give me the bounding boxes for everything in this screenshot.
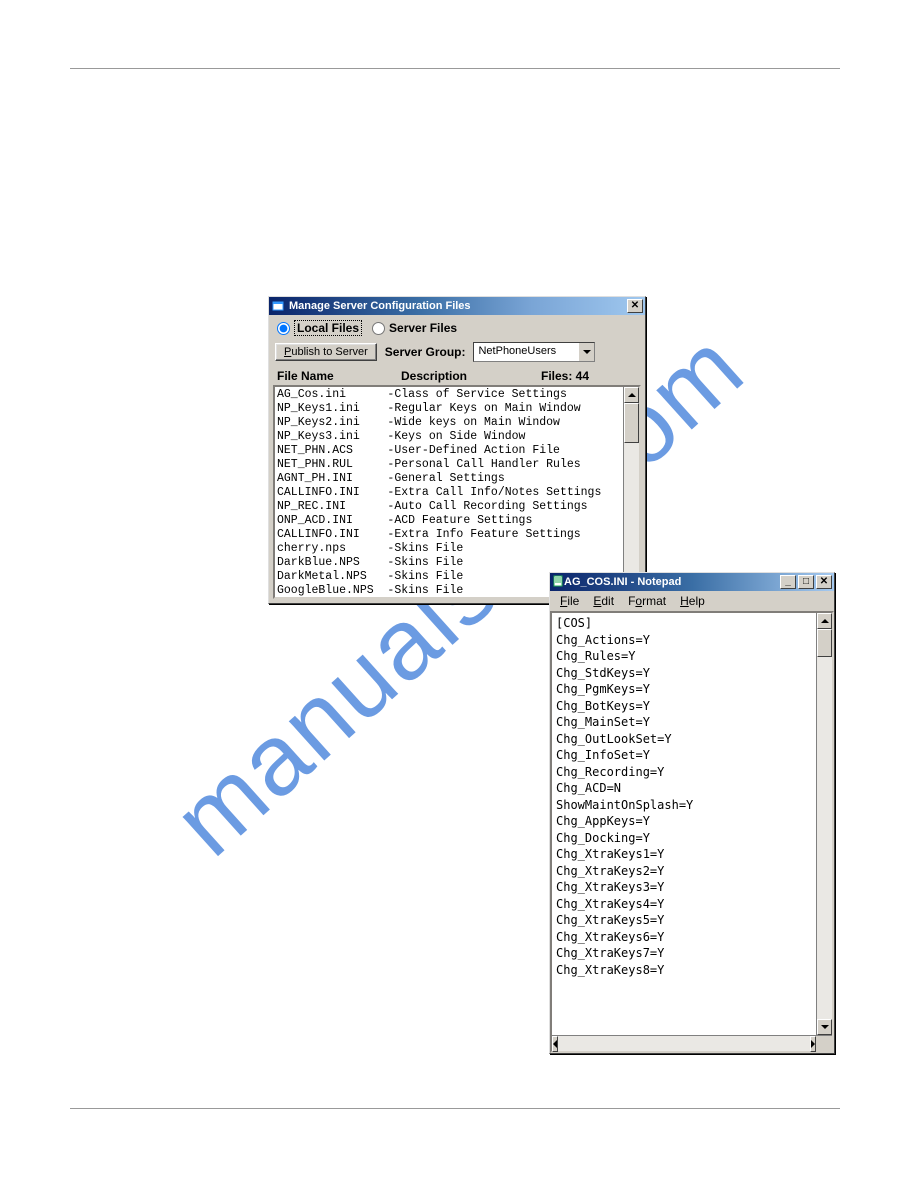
notepad-text-content[interactable]: [COS] Chg_Actions=Y Chg_Rules=Y Chg_StdK… (552, 613, 816, 1035)
minimize-button[interactable]: _ (780, 575, 796, 589)
menu-format[interactable]: Format (622, 593, 672, 609)
notepad-icon (552, 575, 564, 590)
scroll-down-icon[interactable] (817, 1019, 832, 1035)
scroll-track-h[interactable] (558, 1036, 810, 1051)
col-header-filename: File Name (277, 369, 401, 383)
close-button[interactable]: ✕ (627, 299, 643, 313)
list-item[interactable]: NP_Keys3.ini -Keys on Side Window (277, 430, 621, 444)
maximize-button[interactable]: □ (798, 575, 814, 589)
menu-file[interactable]: File (554, 593, 585, 609)
notepad-client-area: [COS] Chg_Actions=Y Chg_Rules=Y Chg_StdK… (550, 611, 834, 1053)
title-bar[interactable]: Manage Server Configuration Files ✕ (269, 297, 645, 315)
app-icon (271, 299, 285, 313)
list-item[interactable]: AGNT_PH.INI -General Settings (277, 472, 621, 486)
scroll-corner (816, 1036, 832, 1052)
list-item[interactable]: DarkBlue.NPS -Skins File (277, 556, 621, 570)
notepad-title: AG_COS.INI - Notepad (564, 576, 778, 588)
list-item[interactable]: NP_REC.INI -Auto Call Recording Settings (277, 500, 621, 514)
page-rule-top (70, 68, 840, 69)
radio-server-input[interactable] (372, 322, 385, 335)
radio-local-input[interactable] (277, 322, 290, 335)
list-item[interactable]: CALLINFO.INI -Extra Info Feature Setting… (277, 528, 621, 542)
server-group-label: Server Group: (385, 345, 466, 359)
list-item[interactable]: NP_Keys1.ini -Regular Keys on Main Windo… (277, 402, 621, 416)
radio-server-label: Server Files (389, 321, 457, 335)
list-item[interactable]: NP_Keys2.ini -Wide keys on Main Window (277, 416, 621, 430)
menu-edit[interactable]: Edit (587, 593, 620, 609)
menu-help[interactable]: Help (674, 593, 711, 609)
server-group-combo[interactable]: NetPhoneUsers (473, 342, 595, 362)
radio-local-files[interactable]: Local Files (277, 320, 362, 336)
radio-server-files[interactable]: Server Files (372, 321, 457, 335)
file-source-radios: Local Files Server Files (273, 318, 641, 340)
file-list[interactable]: AG_Cos.ini -Class of Service SettingsNP_… (273, 385, 641, 599)
notepad-hscroll[interactable] (552, 1035, 832, 1051)
list-item[interactable]: ONP_ACD.INI -ACD Feature Settings (277, 514, 621, 528)
list-scrollbar[interactable] (623, 387, 639, 597)
scroll-up-icon[interactable] (817, 613, 832, 629)
scroll-up-icon[interactable] (624, 387, 639, 403)
scroll-track[interactable] (817, 657, 832, 1019)
notepad-title-bar[interactable]: AG_COS.INI - Notepad _ □ ✕ (550, 573, 834, 591)
combo-arrow-icon[interactable] (578, 343, 594, 361)
menu-bar: File Edit Format Help (550, 591, 834, 611)
notepad-vscroll[interactable] (816, 613, 832, 1035)
list-item[interactable]: AG_Cos.ini -Class of Service Settings (277, 388, 621, 402)
manage-config-window: Manage Server Configuration Files ✕ Loca… (268, 296, 646, 604)
publish-to-server-button[interactable]: Publish to Server (275, 343, 377, 361)
window-title: Manage Server Configuration Files (289, 300, 625, 312)
file-list-content[interactable]: AG_Cos.ini -Class of Service SettingsNP_… (275, 387, 623, 597)
files-count: Files: 44 (541, 369, 641, 383)
list-item[interactable]: cherry.nps -Skins File (277, 542, 621, 556)
close-button[interactable]: ✕ (816, 575, 832, 589)
scroll-thumb[interactable] (624, 403, 639, 443)
list-item[interactable]: NET_PHN.ACS -User-Defined Action File (277, 444, 621, 458)
notepad-window: AG_COS.INI - Notepad _ □ ✕ File Edit For… (549, 572, 835, 1054)
list-header: File Name Description Files: 44 (273, 367, 641, 385)
scroll-thumb[interactable] (817, 629, 832, 657)
list-item[interactable]: CALLINFO.INI -Extra Call Info/Notes Sett… (277, 486, 621, 500)
radio-local-label: Local Files (294, 320, 362, 336)
page-rule-bottom (70, 1108, 840, 1109)
col-header-description: Description (401, 369, 541, 383)
server-group-value: NetPhoneUsers (474, 343, 578, 361)
list-item[interactable]: NET_PHN.RUL -Personal Call Handler Rules (277, 458, 621, 472)
scroll-track[interactable] (624, 443, 639, 581)
